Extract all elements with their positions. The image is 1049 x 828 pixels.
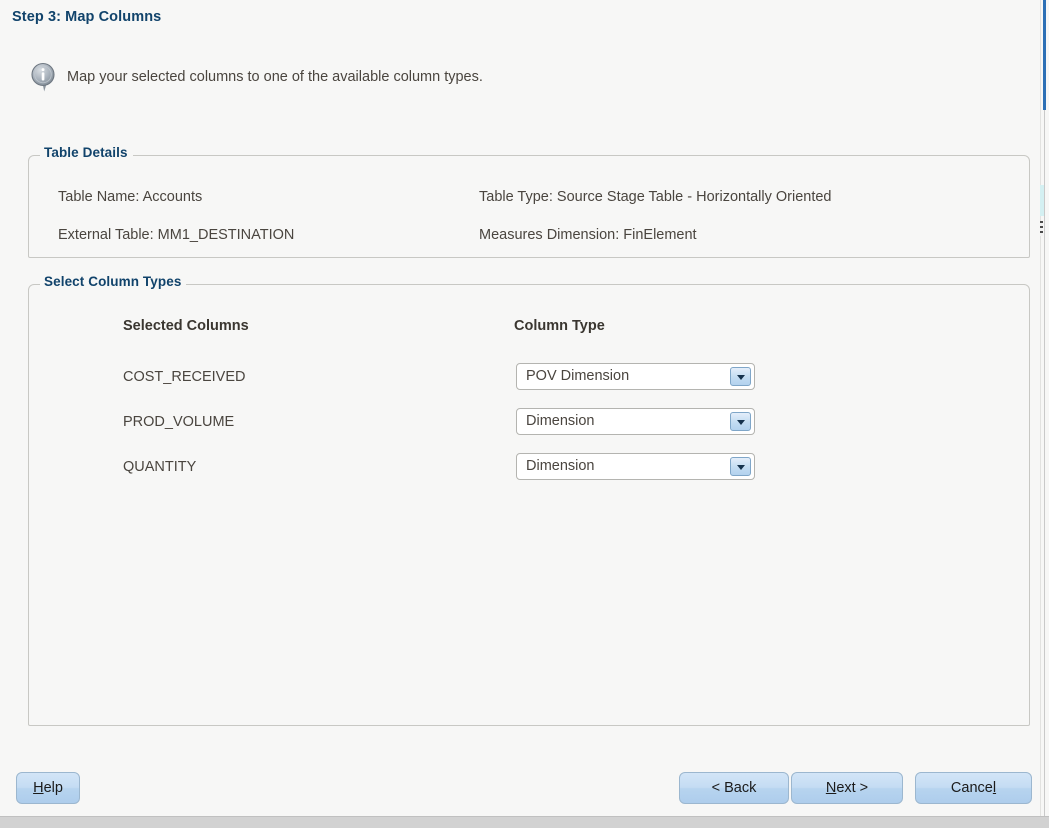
table-row: COST_RECEIVED POV Dimension [29, 363, 1029, 393]
column-type-dropdown-quantity[interactable]: Dimension [516, 453, 755, 480]
next-button[interactable]: Next > [791, 772, 903, 804]
select-column-types-panel: Select Column Types Selected Columns Col… [28, 274, 1030, 726]
window-edge-line-secondary [1044, 110, 1045, 816]
column-type-dropdown-prod-volume[interactable]: Dimension [516, 408, 755, 435]
table-details-legend: Table Details [40, 145, 133, 160]
table-row: PROD_VOLUME Dimension [29, 408, 1029, 438]
selected-column-name: QUANTITY [123, 459, 197, 475]
next-button-label: ext > [836, 780, 869, 796]
instruction-text: Map your selected columns to one of the … [67, 69, 483, 85]
column-type-value: Dimension [526, 413, 595, 429]
help-button-mnemonic: H [33, 780, 44, 796]
measures-dimension-value: Measures Dimension: FinElement [479, 227, 697, 243]
column-type-dropdown-cost-received[interactable]: POV Dimension [516, 363, 755, 390]
page-title: Step 3: Map Columns [12, 9, 162, 25]
column-type-value: POV Dimension [526, 368, 630, 384]
selected-column-name: PROD_VOLUME [123, 414, 235, 430]
column-header-selected-columns: Selected Columns [123, 318, 249, 334]
cancel-button-label: Cance [950, 780, 993, 796]
info-icon [28, 60, 58, 94]
table-type-value: Table Type: Source Stage Table - Horizon… [479, 189, 832, 205]
help-button[interactable]: Help [16, 772, 80, 804]
chevron-down-icon[interactable] [730, 412, 751, 431]
column-type-value: Dimension [526, 458, 595, 474]
table-details-panel: Table Details Table Name: Accounts Table… [28, 145, 1030, 258]
table-name-value: Table Name: Accounts [58, 189, 203, 205]
back-button[interactable]: < Back [679, 772, 789, 804]
window-edge-accent [1043, 0, 1046, 110]
column-header-column-type: Column Type [514, 318, 605, 334]
chevron-down-icon[interactable] [730, 367, 751, 386]
cancel-button-mnemonic: l [992, 780, 997, 796]
back-button-label: ack [733, 780, 757, 796]
table-row: QUANTITY Dimension [29, 453, 1029, 483]
status-bar [0, 816, 1049, 828]
external-table-value: External Table: MM1_DESTINATION [58, 227, 295, 243]
wizard-page: Step 3: Map Columns Map your selected co… [0, 0, 1040, 816]
window-edge-line [1040, 0, 1041, 816]
select-column-types-legend: Select Column Types [40, 274, 187, 289]
scrollbar-thumb[interactable] [1040, 185, 1044, 216]
back-button-prefix: < B [711, 780, 734, 796]
instruction-row: Map your selected columns to one of the … [28, 60, 483, 94]
selected-column-name: COST_RECEIVED [123, 369, 246, 385]
help-button-label: elp [43, 780, 63, 796]
next-button-mnemonic: N [825, 780, 837, 796]
scrollbar-grip-icon [1040, 221, 1043, 236]
chevron-down-icon[interactable] [730, 457, 751, 476]
cancel-button[interactable]: Cance l [915, 772, 1032, 804]
